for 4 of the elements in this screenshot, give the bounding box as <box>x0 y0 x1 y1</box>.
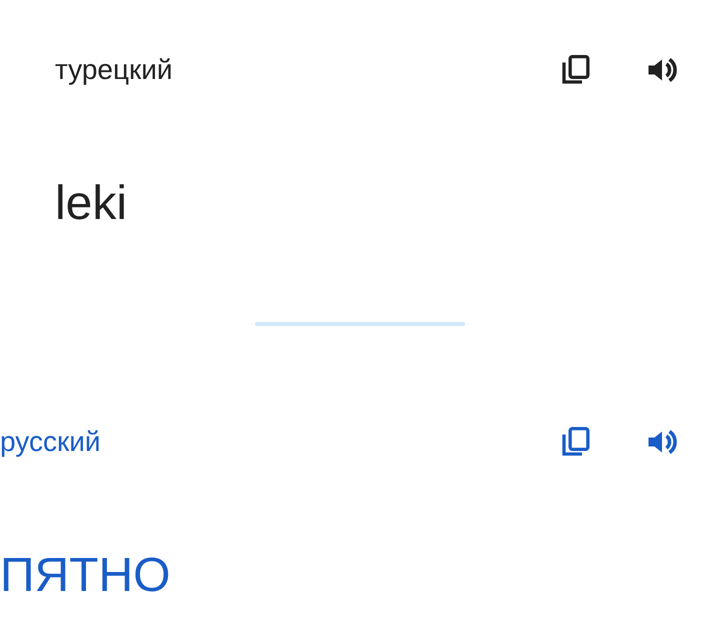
source-text: leki <box>55 176 128 232</box>
language-label[interactable]: русский <box>0 424 100 458</box>
language-label[interactable]: турецкий <box>55 52 173 86</box>
translated-text: ПЯТНО <box>0 548 172 604</box>
